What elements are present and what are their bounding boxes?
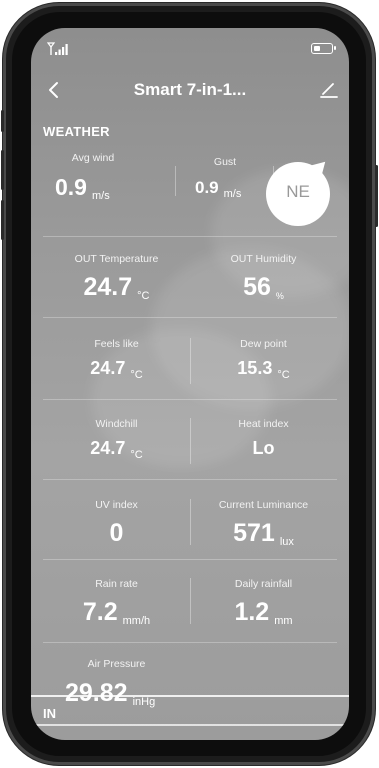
avg-wind-unit: m/s bbox=[91, 190, 110, 202]
wind-direction-compass: NE bbox=[266, 156, 331, 226]
heat-index-block: Heat index Lo bbox=[190, 418, 337, 459]
avg-wind-value: 0.9 bbox=[55, 174, 87, 200]
dew-point-block: Dew point 15.3 °C bbox=[190, 338, 337, 381]
battery-icon bbox=[311, 43, 336, 54]
daily-rainfall-unit: mm bbox=[274, 615, 293, 627]
signal-icon bbox=[47, 42, 68, 55]
divider bbox=[43, 559, 337, 560]
daily-rainfall-value: 1.2 bbox=[234, 598, 270, 626]
divider bbox=[43, 642, 337, 643]
dew-point-value: 15.3 bbox=[237, 358, 273, 378]
feels-like-unit: °C bbox=[130, 369, 143, 381]
air-pressure-unit: inHg bbox=[132, 696, 156, 708]
gust-block: Gust bbox=[176, 156, 274, 168]
windchill-unit: °C bbox=[130, 449, 143, 461]
divider bbox=[175, 166, 176, 196]
out-humidity-label: OUT Humidity bbox=[230, 253, 297, 265]
compass-arrow-icon bbox=[311, 156, 331, 176]
avg-wind-block: Avg wind bbox=[45, 152, 141, 164]
air-pressure-value: 29.82 bbox=[65, 679, 128, 707]
out-temperature-label: OUT Temperature bbox=[74, 253, 159, 265]
daily-rainfall-block: Daily rainfall 1.2 mm bbox=[190, 578, 337, 627]
gust-value: 0.9 bbox=[195, 178, 219, 197]
app-screen: Smart 7-in-1... WEATHER Avg wind 0.9 m/s … bbox=[31, 28, 349, 740]
edit-icon[interactable] bbox=[315, 76, 343, 104]
volume-up-button bbox=[1, 150, 4, 190]
heat-index-value: Lo bbox=[252, 438, 275, 458]
mute-switch bbox=[1, 110, 4, 132]
rain-rate-unit: mm/h bbox=[122, 615, 151, 627]
luminance-block: Current Luminance 571 lux bbox=[190, 499, 337, 548]
air-pressure-block: Air Pressure 29.82 inHg bbox=[43, 658, 190, 708]
out-temperature-block: OUT Temperature 24.7 °C bbox=[43, 253, 190, 302]
dew-point-unit: °C bbox=[277, 369, 290, 381]
dew-point-label: Dew point bbox=[240, 338, 287, 350]
uv-index-label: UV index bbox=[95, 499, 138, 511]
divider bbox=[43, 479, 337, 480]
air-pressure-label: Air Pressure bbox=[87, 658, 146, 670]
rain-rate-block: Rain rate 7.2 mm/h bbox=[43, 578, 190, 627]
avg-wind-label: Avg wind bbox=[71, 152, 115, 164]
section-title-weather: WEATHER bbox=[43, 124, 110, 139]
out-humidity-unit: % bbox=[275, 291, 284, 301]
wind-direction-value: NE bbox=[286, 182, 310, 201]
section-divider bbox=[31, 724, 349, 726]
feels-like-value: 24.7 bbox=[90, 358, 126, 378]
luminance-unit: lux bbox=[279, 536, 294, 548]
divider bbox=[43, 236, 337, 237]
luminance-label: Current Luminance bbox=[218, 499, 309, 511]
gust-label: Gust bbox=[213, 156, 237, 168]
out-humidity-block: OUT Humidity 56% bbox=[190, 253, 337, 302]
divider bbox=[43, 399, 337, 400]
volume-down-button bbox=[1, 200, 4, 240]
uv-index-block: UV index 0 bbox=[43, 499, 190, 548]
windchill-value: 24.7 bbox=[90, 438, 126, 458]
rain-rate-label: Rain rate bbox=[95, 578, 138, 590]
app-bar: Smart 7-in-1... bbox=[31, 68, 349, 112]
section-title-in: IN bbox=[43, 706, 56, 721]
divider bbox=[43, 317, 337, 318]
windchill-label: Windchill bbox=[95, 418, 138, 430]
status-bar bbox=[31, 28, 349, 68]
windchill-block: Windchill 24.7 °C bbox=[43, 418, 190, 461]
feels-like-label: Feels like bbox=[94, 338, 139, 350]
gust-unit: m/s bbox=[223, 188, 242, 200]
page-title: Smart 7-in-1... bbox=[133, 80, 247, 99]
out-temperature-unit: °C bbox=[137, 290, 150, 302]
feels-like-block: Feels like 24.7 °C bbox=[43, 338, 190, 381]
section-divider bbox=[31, 695, 349, 697]
rain-rate-value: 7.2 bbox=[82, 598, 118, 626]
power-button bbox=[375, 165, 378, 227]
out-humidity-value: 56 bbox=[243, 273, 271, 301]
daily-rainfall-label: Daily rainfall bbox=[234, 578, 293, 590]
out-temperature-value: 24.7 bbox=[83, 273, 133, 301]
uv-index-value: 0 bbox=[109, 519, 124, 547]
luminance-value: 571 bbox=[233, 519, 275, 547]
avg-wind-reading: 0.9 m/s bbox=[55, 174, 165, 202]
heat-index-label: Heat index bbox=[238, 418, 289, 430]
